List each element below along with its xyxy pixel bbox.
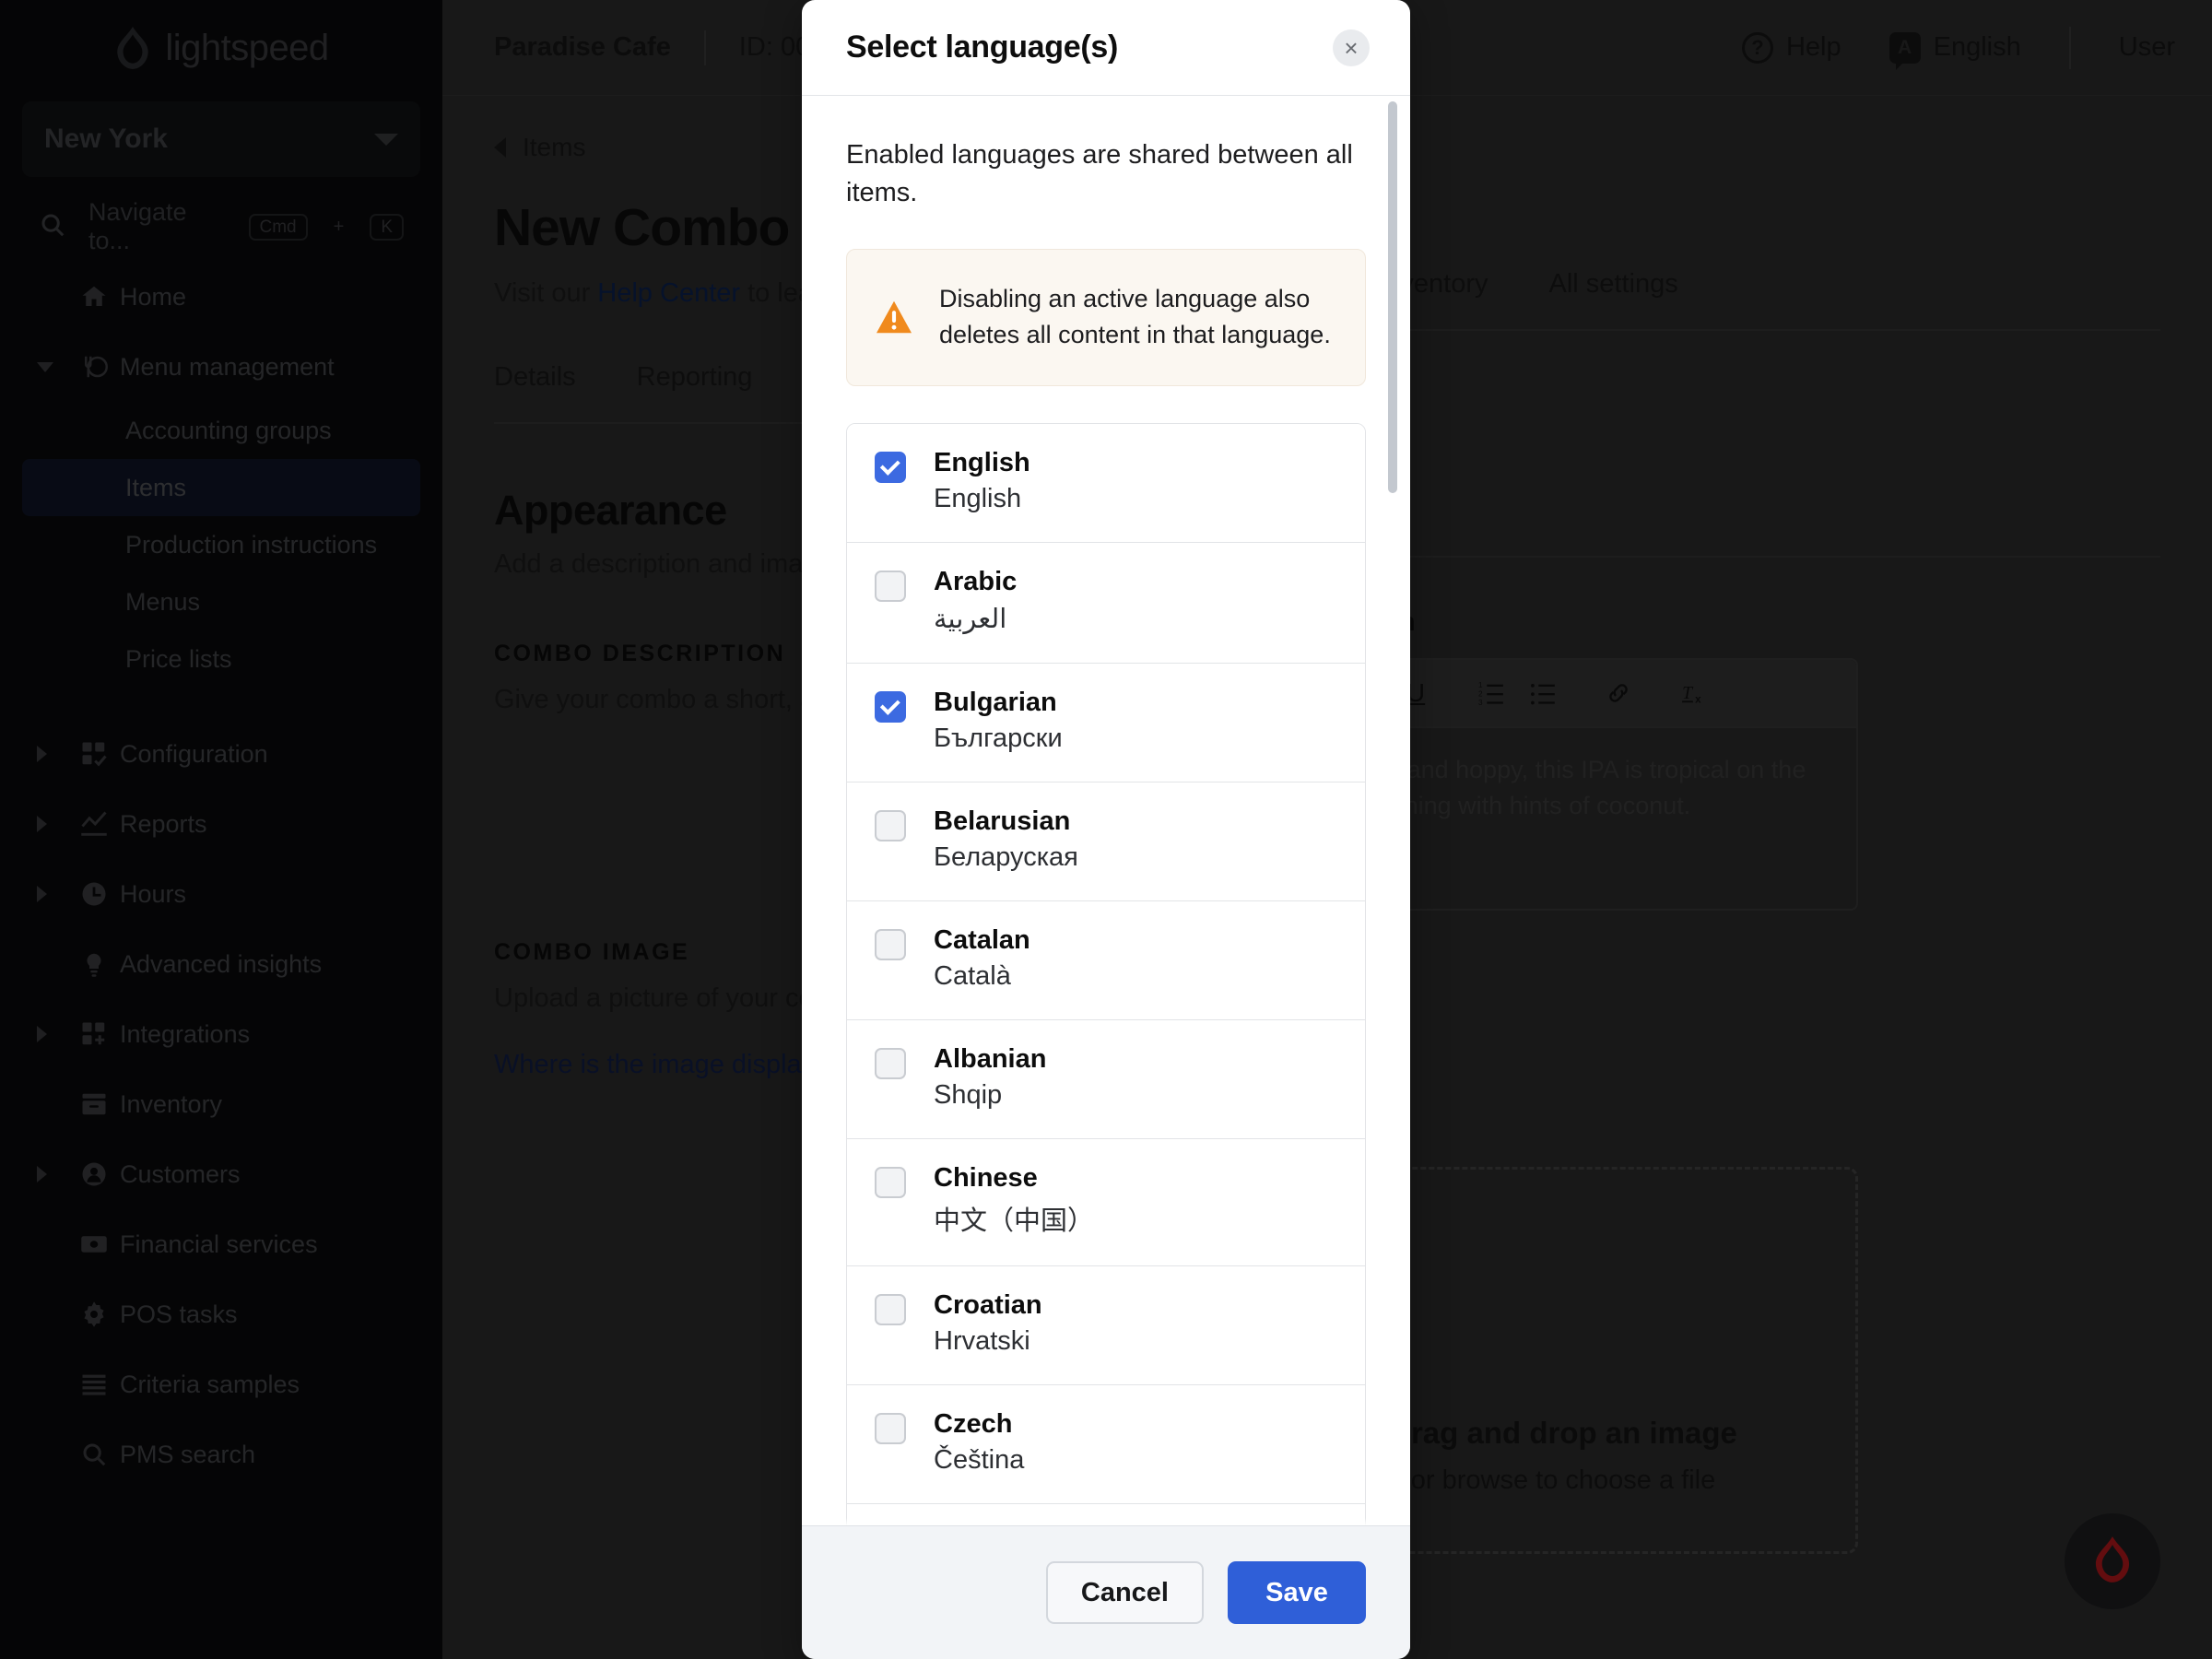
list-item[interactable]: Czech Čeština: [847, 1384, 1365, 1504]
list-item[interactable]: Croatian Hrvatski: [847, 1265, 1365, 1385]
language-checkbox[interactable]: [875, 570, 906, 602]
warning-triangle-icon: [875, 300, 913, 335]
language-checkbox[interactable]: [875, 809, 906, 841]
list-item[interactable]: Bulgarian Български: [847, 663, 1365, 782]
list-item[interactable]: Chinese 中文（中国）: [847, 1138, 1365, 1266]
dialog-intro-text: Enabled languages are shared between all…: [846, 140, 1353, 208]
screen-root: lightspeed New York Navigate to... Cmd +…: [0, 0, 2212, 1659]
language-name-en: Chinese: [934, 1162, 1038, 1193]
language-list: English English Arabic العربية Bulgarian: [846, 422, 1366, 1525]
save-button[interactable]: Save: [1228, 1561, 1366, 1624]
language-checkbox[interactable]: [875, 690, 906, 723]
list-item[interactable]: Danish Dansk: [847, 1503, 1365, 1525]
language-name-en: Arabic: [934, 566, 1018, 596]
close-icon[interactable]: ×: [1333, 29, 1370, 66]
dialog-body[interactable]: Enabled languages are shared between all…: [802, 96, 1410, 1525]
language-name-native: Català: [934, 960, 1011, 991]
language-checkbox[interactable]: [875, 1047, 906, 1079]
language-name-native: Čeština: [934, 1444, 1025, 1475]
list-item[interactable]: Albanian Shqip: [847, 1019, 1365, 1139]
warning-text: Disabling an active language also delete…: [939, 285, 1331, 349]
language-checkbox[interactable]: [875, 1293, 906, 1325]
warning-banner: Disabling an active language also delete…: [846, 249, 1366, 386]
language-checkbox[interactable]: [875, 451, 906, 483]
list-item[interactable]: Belarusian Беларуская: [847, 782, 1365, 901]
language-name-native: Hrvatski: [934, 1325, 1030, 1356]
dialog-footer: Cancel Save: [802, 1525, 1410, 1659]
language-name-en: Czech: [934, 1408, 1013, 1439]
language-checkbox[interactable]: [875, 928, 906, 960]
select-languages-dialog: Select language(s) × Enabled languages a…: [802, 0, 1410, 1659]
cancel-button[interactable]: Cancel: [1045, 1561, 1204, 1624]
language-name-en: Belarusian: [934, 806, 1071, 836]
language-name-native: 中文（中国）: [934, 1206, 1095, 1236]
language-checkbox[interactable]: [875, 1166, 906, 1198]
dialog-scrollbar[interactable]: [1388, 101, 1397, 493]
list-item[interactable]: Catalan Català: [847, 900, 1365, 1020]
language-name-en: Croatian: [934, 1289, 1042, 1320]
language-name-native: Български: [934, 723, 1063, 753]
dialog-title: Select language(s): [846, 29, 1119, 65]
language-name-en: Albanian: [934, 1043, 1047, 1074]
dialog-header: Select language(s) ×: [802, 0, 1410, 96]
list-item[interactable]: Arabic العربية: [847, 542, 1365, 664]
language-name-en: English: [934, 447, 1030, 477]
list-item[interactable]: English English: [847, 423, 1365, 543]
language-name-en: Bulgarian: [934, 687, 1057, 717]
language-name-native: English: [934, 483, 1022, 513]
language-name-en: Catalan: [934, 924, 1030, 955]
language-name-native: Беларуская: [934, 841, 1078, 872]
language-name-native: العربية: [934, 604, 1007, 634]
language-name-native: Shqip: [934, 1079, 1003, 1110]
language-checkbox[interactable]: [875, 1412, 906, 1444]
